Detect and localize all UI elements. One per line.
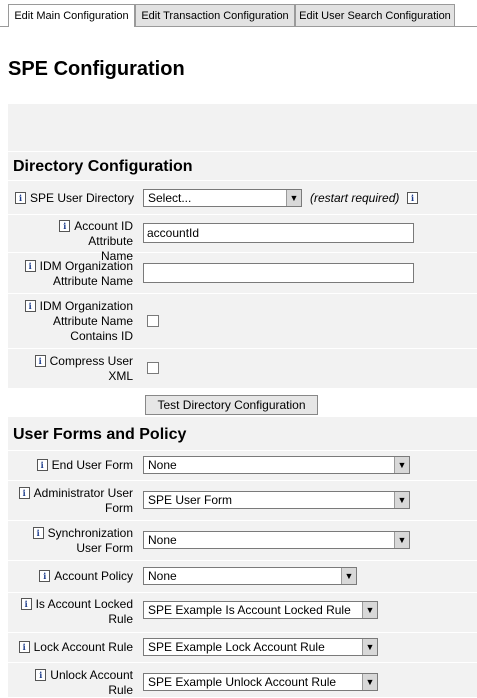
chevron-down-icon: ▼	[394, 457, 409, 473]
divider	[8, 214, 477, 215]
divider	[8, 180, 477, 181]
idm-organization-contains-id-checkbox[interactable]	[147, 315, 159, 327]
divider	[8, 520, 477, 521]
account-policy-label: i Account Policy	[12, 569, 133, 584]
info-icon[interactable]: i	[24, 300, 36, 312]
end-user-form-label: i End User Form	[12, 458, 133, 473]
spe-user-directory-select[interactable]: Select... ▼	[143, 189, 302, 207]
synchronization-user-form-select[interactable]: None ▼	[143, 531, 410, 549]
info-icon[interactable]: i	[18, 487, 30, 499]
info-icon[interactable]: i	[39, 570, 51, 582]
spe-user-directory-label: i SPE User Directory	[12, 191, 134, 206]
account-id-attribute-input[interactable]: accountId	[143, 223, 414, 243]
divider	[8, 632, 477, 633]
is-account-locked-rule-select[interactable]: SPE Example Is Account Locked Rule ▼	[143, 601, 378, 619]
chevron-down-icon: ▼	[362, 602, 377, 618]
chevron-down-icon: ▼	[362, 674, 377, 690]
tab-edit-user-search-configuration[interactable]: Edit User Search Configuration	[295, 4, 455, 26]
synchronization-user-form-label: i Synchronization User Form	[12, 526, 133, 556]
directory-configuration-heading: Directory Configuration	[13, 158, 193, 175]
divider	[8, 662, 477, 663]
unlock-account-rule-label: i Unlock Account Rule	[12, 668, 133, 698]
divider	[8, 293, 477, 294]
account-id-attribute-label: i Account ID Attribute Name	[12, 219, 133, 264]
account-policy-select[interactable]: None ▼	[143, 567, 357, 585]
info-icon[interactable]: i	[35, 669, 47, 681]
administrator-user-form-label: i Administrator User Form	[12, 486, 133, 516]
chevron-down-icon: ▼	[362, 639, 377, 655]
info-icon[interactable]: i	[20, 598, 32, 610]
compress-user-xml-checkbox[interactable]	[147, 362, 159, 374]
divider	[8, 348, 477, 349]
info-icon[interactable]: i	[34, 355, 46, 367]
info-icon[interactable]: i	[32, 527, 44, 539]
chevron-down-icon: ▼	[394, 492, 409, 508]
chevron-down-icon: ▼	[286, 190, 301, 206]
idm-organization-contains-id-label: i IDM Organization Attribute Name Contains …	[12, 299, 133, 344]
info-icon[interactable]: i	[14, 192, 26, 204]
lock-account-rule-label: i Lock Account Rule	[12, 640, 133, 655]
lock-account-rule-select[interactable]: SPE Example Lock Account Rule ▼	[143, 638, 378, 656]
end-user-form-select[interactable]: None ▼	[143, 456, 410, 474]
unlock-account-rule-select[interactable]: SPE Example Unlock Account Rule ▼	[143, 673, 378, 691]
page-title: SPE Configuration	[8, 58, 185, 80]
chevron-down-icon: ▼	[341, 568, 356, 584]
test-directory-configuration-button[interactable]: Test Directory Configuration	[145, 395, 318, 415]
divider	[8, 151, 477, 152]
compress-user-xml-label: i Compress User XML	[12, 354, 133, 384]
is-account-locked-rule-label: i Is Account Locked Rule	[12, 597, 133, 627]
administrator-user-form-select[interactable]: SPE User Form ▼	[143, 491, 410, 509]
info-icon[interactable]: i	[18, 641, 30, 653]
chevron-down-icon: ▼	[394, 532, 409, 548]
divider	[8, 560, 477, 561]
tab-edit-transaction-configuration[interactable]: Edit Transaction Configuration	[135, 4, 295, 26]
divider	[8, 592, 477, 593]
info-icon[interactable]: i	[407, 192, 418, 204]
idm-organization-attribute-input[interactable]	[143, 263, 414, 283]
tab-bar: Edit Main Configuration Edit Transaction…	[0, 0, 477, 27]
info-icon[interactable]: i	[59, 220, 71, 232]
tab-edit-main-configuration[interactable]: Edit Main Configuration	[8, 4, 135, 27]
idm-organization-attribute-label: i IDM Organization Attribute Name	[12, 259, 133, 289]
divider	[8, 480, 477, 481]
divider	[8, 450, 477, 451]
info-icon[interactable]: i	[36, 459, 48, 471]
restart-required-note: (restart required)	[310, 191, 400, 205]
info-icon[interactable]: i	[24, 260, 36, 272]
user-forms-and-policy-heading: User Forms and Policy	[13, 426, 187, 443]
